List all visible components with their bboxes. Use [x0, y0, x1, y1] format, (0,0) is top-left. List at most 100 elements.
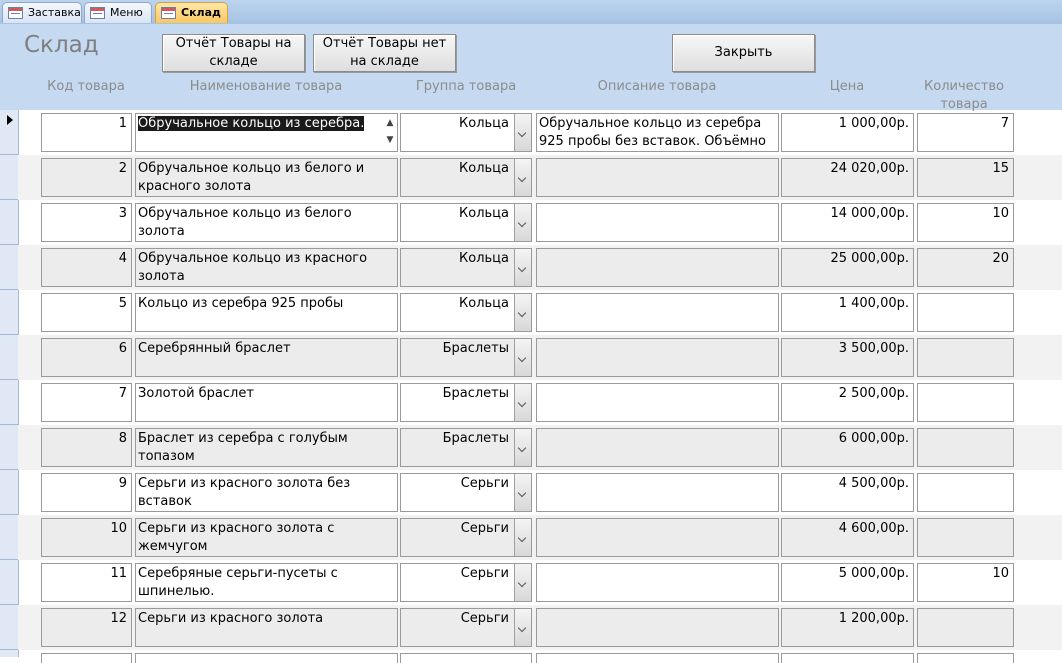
tab-menu[interactable]: Меню [84, 2, 152, 23]
field-price[interactable]: 2 500,00р. [781, 383, 914, 422]
field-quantity[interactable]: 10 [917, 563, 1014, 602]
report-not-in-stock-button[interactable]: Отчёт Товары нет на складе [313, 34, 456, 72]
field-group[interactable]: Браслеты [400, 338, 532, 377]
field-code[interactable]: 5 [41, 293, 132, 332]
field-group[interactable]: Серьги [400, 563, 532, 602]
field-price[interactable]: 1 400,00р. [781, 293, 914, 332]
close-button[interactable]: Закрыть [672, 34, 815, 72]
field-description[interactable] [536, 248, 779, 287]
field-group[interactable] [400, 653, 532, 663]
field-name[interactable]: Серьги из красного золота [135, 608, 398, 647]
field-price[interactable]: 24 020,00р. [781, 158, 914, 197]
field-name[interactable]: Серьги из красного золота с жемчугом [135, 518, 398, 557]
field-price[interactable]: 6 000,00р. [781, 428, 914, 467]
tab-sklad[interactable]: Склад [155, 2, 228, 23]
field-description[interactable] [536, 563, 779, 602]
field-quantity[interactable] [917, 608, 1014, 647]
record-selector[interactable] [0, 335, 18, 380]
field-price[interactable]: 14 000,00р. [781, 203, 914, 242]
record-selector[interactable] [0, 380, 18, 425]
chevron-down-icon[interactable] [514, 564, 531, 601]
field-quantity[interactable] [917, 293, 1014, 332]
field-code[interactable]: 6 [41, 338, 132, 377]
field-name[interactable]: Кольцо из серебра 925 пробы [135, 293, 398, 332]
chevron-down-icon[interactable] [514, 339, 531, 376]
record-selector[interactable] [0, 245, 18, 290]
scroll-down-icon[interactable]: ▼ [384, 132, 396, 149]
record-selector[interactable] [0, 110, 18, 155]
field-price[interactable]: 4 600,00р. [781, 518, 914, 557]
field-name[interactable]: Браслет из серебра с голубым топазом [135, 428, 398, 467]
field-group[interactable]: Кольца [400, 293, 532, 332]
field-quantity[interactable] [917, 338, 1014, 377]
field-code[interactable]: 11 [41, 563, 132, 602]
field-quantity[interactable] [917, 653, 1014, 663]
record-selector[interactable] [0, 155, 18, 200]
field-quantity[interactable] [917, 473, 1014, 512]
field-description[interactable] [536, 653, 779, 663]
chevron-down-icon[interactable] [514, 519, 531, 556]
record-selector[interactable] [0, 560, 18, 605]
field-name[interactable]: Серебряные серьги-пусеты с шпинелью. [135, 563, 398, 602]
field-price[interactable]: 25 000,00р. [781, 248, 914, 287]
field-name[interactable] [135, 653, 398, 663]
chevron-down-icon[interactable] [514, 429, 531, 466]
chevron-down-icon[interactable] [514, 114, 531, 151]
field-description[interactable] [536, 428, 779, 467]
field-name[interactable]: Золотой браслет [135, 383, 398, 422]
chevron-down-icon[interactable] [514, 159, 531, 196]
field-code[interactable]: 3 [41, 203, 132, 242]
tab-zastavka[interactable]: Заставка [2, 2, 82, 23]
field-name[interactable]: Обручальное кольцо из белого золота [135, 203, 398, 242]
field-group[interactable]: Кольца [400, 113, 532, 152]
field-group[interactable]: Кольца [400, 158, 532, 197]
field-price[interactable] [781, 653, 914, 663]
field-name[interactable]: Обручальное кольцо из красного золота [135, 248, 398, 287]
field-price[interactable]: 1 200,00р. [781, 608, 914, 647]
field-code[interactable] [41, 653, 132, 663]
field-name[interactable]: Обручальное кольцо из белого и красного … [135, 158, 398, 197]
chevron-down-icon[interactable] [514, 384, 531, 421]
field-name[interactable]: Серебрянный браслет [135, 338, 398, 377]
record-selector[interactable] [0, 200, 18, 245]
field-quantity[interactable]: 7 [917, 113, 1014, 152]
chevron-down-icon[interactable] [514, 204, 531, 241]
field-description[interactable] [536, 383, 779, 422]
field-quantity[interactable]: 15 [917, 158, 1014, 197]
field-group[interactable]: Серьги [400, 518, 532, 557]
field-code[interactable]: 2 [41, 158, 132, 197]
field-code[interactable]: 8 [41, 428, 132, 467]
field-code[interactable]: 12 [41, 608, 132, 647]
record-selector[interactable] [0, 470, 18, 515]
field-description[interactable] [536, 518, 779, 557]
field-price[interactable]: 4 500,00р. [781, 473, 914, 512]
field-description[interactable] [536, 473, 779, 512]
field-description[interactable] [536, 203, 779, 242]
field-group[interactable]: Серьги [400, 473, 532, 512]
field-price[interactable]: 3 500,00р. [781, 338, 914, 377]
field-code[interactable]: 1 [41, 113, 132, 152]
field-group[interactable]: Кольца [400, 248, 532, 287]
field-scrollbar[interactable]: ▲ ▼ [384, 115, 396, 150]
record-selector[interactable] [0, 515, 18, 560]
field-group[interactable]: Браслеты [400, 383, 532, 422]
chevron-down-icon[interactable] [514, 474, 531, 511]
field-group[interactable]: Серьги [400, 608, 532, 647]
field-description[interactable] [536, 608, 779, 647]
report-in-stock-button[interactable]: Отчёт Товары на складе [162, 34, 305, 72]
chevron-down-icon[interactable] [514, 609, 531, 646]
field-name[interactable]: Обручальное кольцо из серебра. ▲ ▼ [135, 113, 398, 152]
record-selector[interactable] [0, 290, 18, 335]
chevron-down-icon[interactable] [514, 249, 531, 286]
field-code[interactable]: 4 [41, 248, 132, 287]
field-price[interactable]: 5 000,00р. [781, 563, 914, 602]
chevron-down-icon[interactable] [514, 294, 531, 331]
field-code[interactable]: 10 [41, 518, 132, 557]
field-quantity[interactable]: 10 [917, 203, 1014, 242]
field-description[interactable]: Обручальное кольцо из серебра 925 пробы … [536, 113, 779, 152]
field-quantity[interactable] [917, 518, 1014, 557]
field-code[interactable]: 9 [41, 473, 132, 512]
field-description[interactable] [536, 158, 779, 197]
field-description[interactable] [536, 338, 779, 377]
field-quantity[interactable] [917, 428, 1014, 467]
